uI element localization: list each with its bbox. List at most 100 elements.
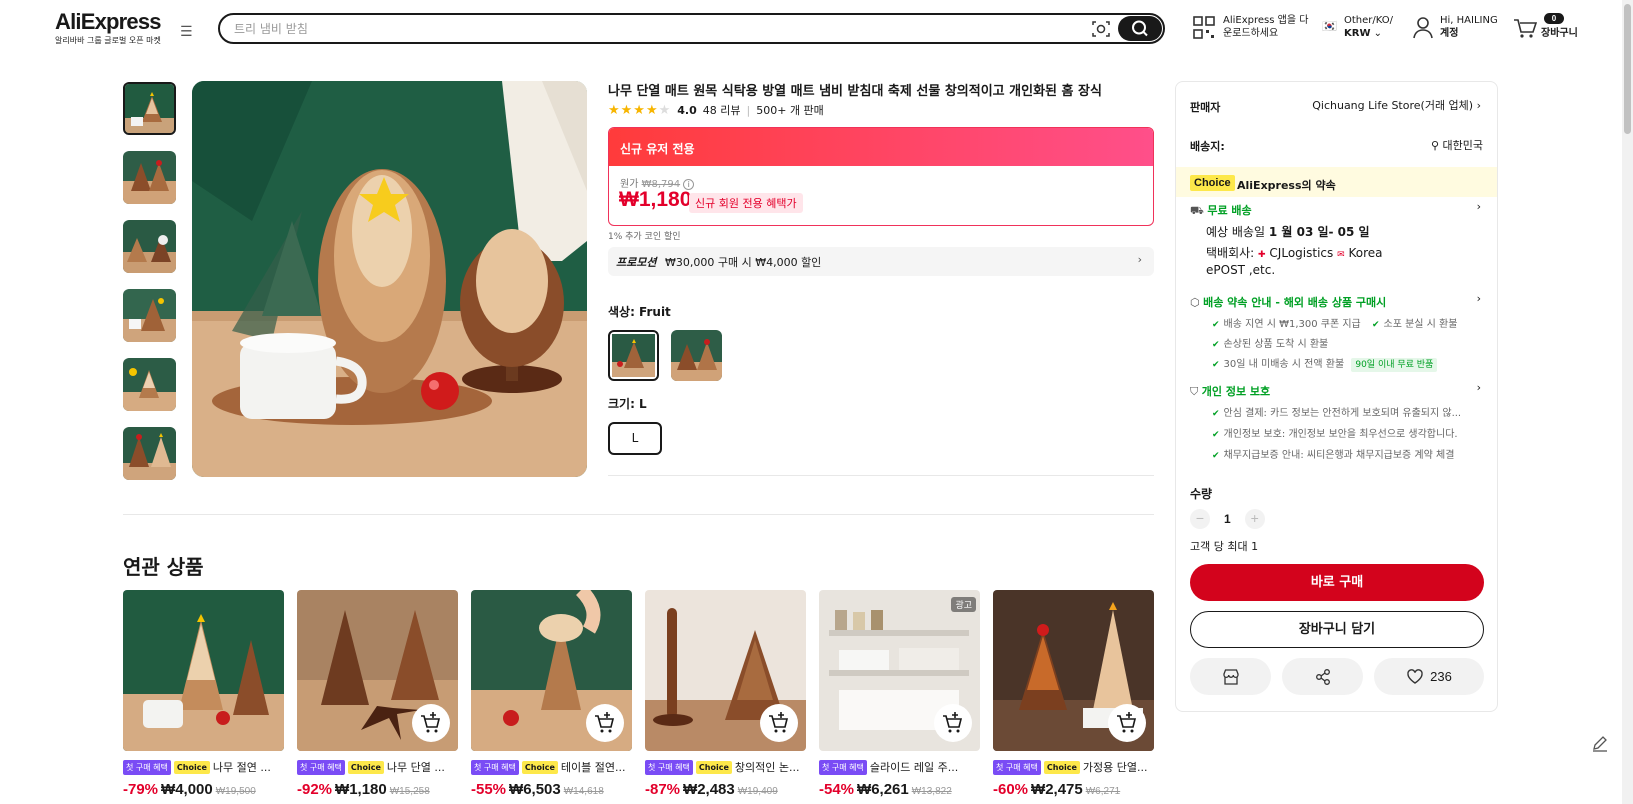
add-to-cart-button[interactable] [1108,704,1146,742]
decrement-button[interactable]: − [1190,509,1210,529]
store-button[interactable] [1190,658,1271,695]
cj-logo-icon: ✚ [1258,250,1266,260]
purchase-limit: 고객 당 최대 1 [1190,540,1259,553]
eta-label: 예상 배송일 [1206,225,1266,239]
product-image[interactable] [993,590,1154,751]
wishlist-button[interactable]: 236 [1374,658,1484,695]
chevron-right-icon[interactable]: › [1477,200,1481,213]
thumbnail-1[interactable] [123,82,176,135]
color-swatch-fruit[interactable] [608,330,659,381]
card-badges: 첫 구매 혜택 슬라이드 레일 주... [819,759,980,775]
edit-pencil-icon[interactable] [1589,732,1611,754]
coin-discount-note: 1% 추가 코인 할인 [608,232,681,242]
scrollbar-thumb[interactable] [1624,4,1631,134]
related-product-card[interactable]: 첫 구매 혜택 Choice 가정용 단열... -60% ₩2,475 ₩6,… [993,590,1154,798]
check-icon: ✔ [1371,320,1380,330]
thumbnail-3[interactable] [123,220,176,273]
card-name: 창의적인 논... [734,761,800,774]
price: ₩1,180 [335,781,387,798]
price: ₩6,261 [857,781,909,798]
free-shipping-row[interactable]: ⛟ 무료 배송 [1190,202,1252,219]
seller-link[interactable]: Qichuang Life Store(거래 업체) › [1312,97,1481,113]
product-title: 나무 단열 매트 원목 식탁용 방열 매트 냄비 받침대 축제 선물 창의적이고… [608,84,1102,99]
product-image[interactable] [123,590,284,751]
rating-stars-icon: ★★★★★ [608,102,672,118]
related-product-card[interactable]: 첫 구매 혜택 Choice 나무 절연 ... -79% ₩4,000 ₩19… [123,590,284,798]
thumbnail-5[interactable] [123,358,176,411]
quantity-value[interactable]: 1 [1224,512,1231,526]
sold-count: 500+ 개 판매 [756,104,824,117]
privacy-item-1: ✔ 안심 결제: 카드 정보는 안전하게 보호되며 유출되지 않... [1212,404,1461,419]
privacy-3: 채무지급보증 안내: 씨티은행과 채무지급보증 계약 체결 [1223,450,1455,461]
price: ₩2,483 [683,781,735,798]
privacy-item-3: ✔ 채무지급보증 안내: 씨티은행과 채무지급보증 계약 체결 [1212,446,1454,461]
discount: -55% [471,781,507,798]
guarantee-3: 손상된 상품 도착 시 환불 [1223,339,1329,350]
delivery-guarantee-row[interactable]: ⬡ 배송 약속 안내 - 해외 배송 상품 구매시 [1190,294,1386,310]
review-count[interactable]: 48 리뷰 [703,102,741,118]
first-purchase-badge: 첫 구매 혜택 [297,759,345,775]
wishlist-count: 236 [1430,669,1452,684]
search-button[interactable] [1118,16,1162,41]
buy-now-button[interactable]: 바로 구매 [1190,564,1484,601]
carrier-1: CJLogistics [1269,246,1334,260]
add-to-cart-button[interactable]: 장바구니 담기 [1190,611,1484,648]
size-option-l[interactable]: L [608,422,662,455]
chevron-down-icon: ⌄ [1373,28,1383,39]
app-download-link[interactable]: AliExpress 앱을 다 운로드하세요 [1193,14,1308,40]
shield-check-icon: ⛉ [1190,385,1199,398]
product-image[interactable]: 광고 [819,590,980,751]
chevron-right-icon[interactable]: › [1477,381,1481,394]
aliexpress-logo[interactable]: AliExpress 알리바바 그룹 글로벌 오픈 마켓 [55,10,162,46]
increment-button[interactable]: + [1244,509,1265,529]
promo-label: 프로모션 [616,256,657,269]
add-to-cart-button[interactable] [412,704,450,742]
locale-line1: Other/KO/ [1344,15,1394,26]
orig-price: ₩19,500 [215,786,256,797]
card-badges: 첫 구매 혜택 Choice 가정용 단열... [993,759,1154,775]
korea-flag-icon: 🇰🇷 [1322,19,1337,33]
size-label: 크기: L [608,397,647,411]
location-pin-icon: ⚲ [1430,139,1440,152]
privacy-row[interactable]: ⛉ 개인 정보 보호 [1190,383,1270,399]
first-purchase-badge: 첫 구매 혜택 [993,759,1041,775]
cart-icon [1514,19,1537,38]
discount: -60% [993,781,1029,798]
thumbnail-2[interactable] [123,151,176,204]
first-purchase-badge: 첫 구매 혜택 [819,759,867,775]
related-product-card[interactable]: 광고 첫 구매 혜택 슬라이드 레일 주... -54% ₩6,261 ₩13,… [819,590,980,798]
product-image[interactable] [297,590,458,751]
menu-icon[interactable]: ☰ [180,23,193,40]
color-swatch-2[interactable] [671,330,722,381]
add-to-cart-button[interactable] [760,704,798,742]
account-menu[interactable]: Hi, HAILING 계정 [1412,14,1498,40]
promotion-bar[interactable]: 프로모션 ₩30,000 구매 시 ₩4,000 할인 › [608,247,1154,276]
add-to-cart-button[interactable] [586,704,624,742]
thumbnail-4[interactable] [123,289,176,342]
add-cart-icon [595,712,615,733]
search-input[interactable] [234,19,1034,39]
thumbnail-list [123,82,178,496]
ship-to-country: 대한민국 [1442,139,1483,152]
related-product-card[interactable]: 첫 구매 혜택 Choice 창의적인 논... -87% ₩2,483 ₩19… [645,590,806,798]
locale-selector[interactable]: 🇰🇷 Other/KO/ KRW ⌄ [1322,14,1393,40]
main-product-image[interactable] [192,81,587,477]
truck-icon: ⛟ [1190,204,1204,217]
shield-icon: ⬡ [1190,296,1200,309]
chevron-right-icon[interactable]: › [1477,292,1481,305]
share-button[interactable] [1282,658,1363,695]
ship-to-selector[interactable]: ⚲ 대한민국 [1431,137,1483,153]
thumbnail-6[interactable] [123,427,176,480]
product-image[interactable] [471,590,632,751]
orig-price: ₩6,271 [1085,786,1121,797]
quantity-stepper: − 1 + [1190,509,1265,529]
page-scrollbar[interactable] [1622,0,1633,804]
add-to-cart-button[interactable] [934,704,972,742]
new-user-price-box: 신규 유저 전용 원가 ₩8,794 i ₩1,180 신규 회원 전용 혜택가 [608,127,1154,226]
privacy-item-2: ✔ 개인정보 보호: 개인정보 보안을 최우선으로 생각합니다. [1212,425,1458,440]
related-product-card[interactable]: 첫 구매 혜택 Choice 나무 단열 ... -92% ₩1,180 ₩15… [297,590,458,798]
camera-search-icon[interactable] [1090,18,1112,40]
related-product-card[interactable]: 첫 구매 혜택 Choice 테이블 절연... -55% ₩6,503 ₩14… [471,590,632,798]
product-image[interactable] [645,590,806,751]
search-icon [1132,20,1148,37]
